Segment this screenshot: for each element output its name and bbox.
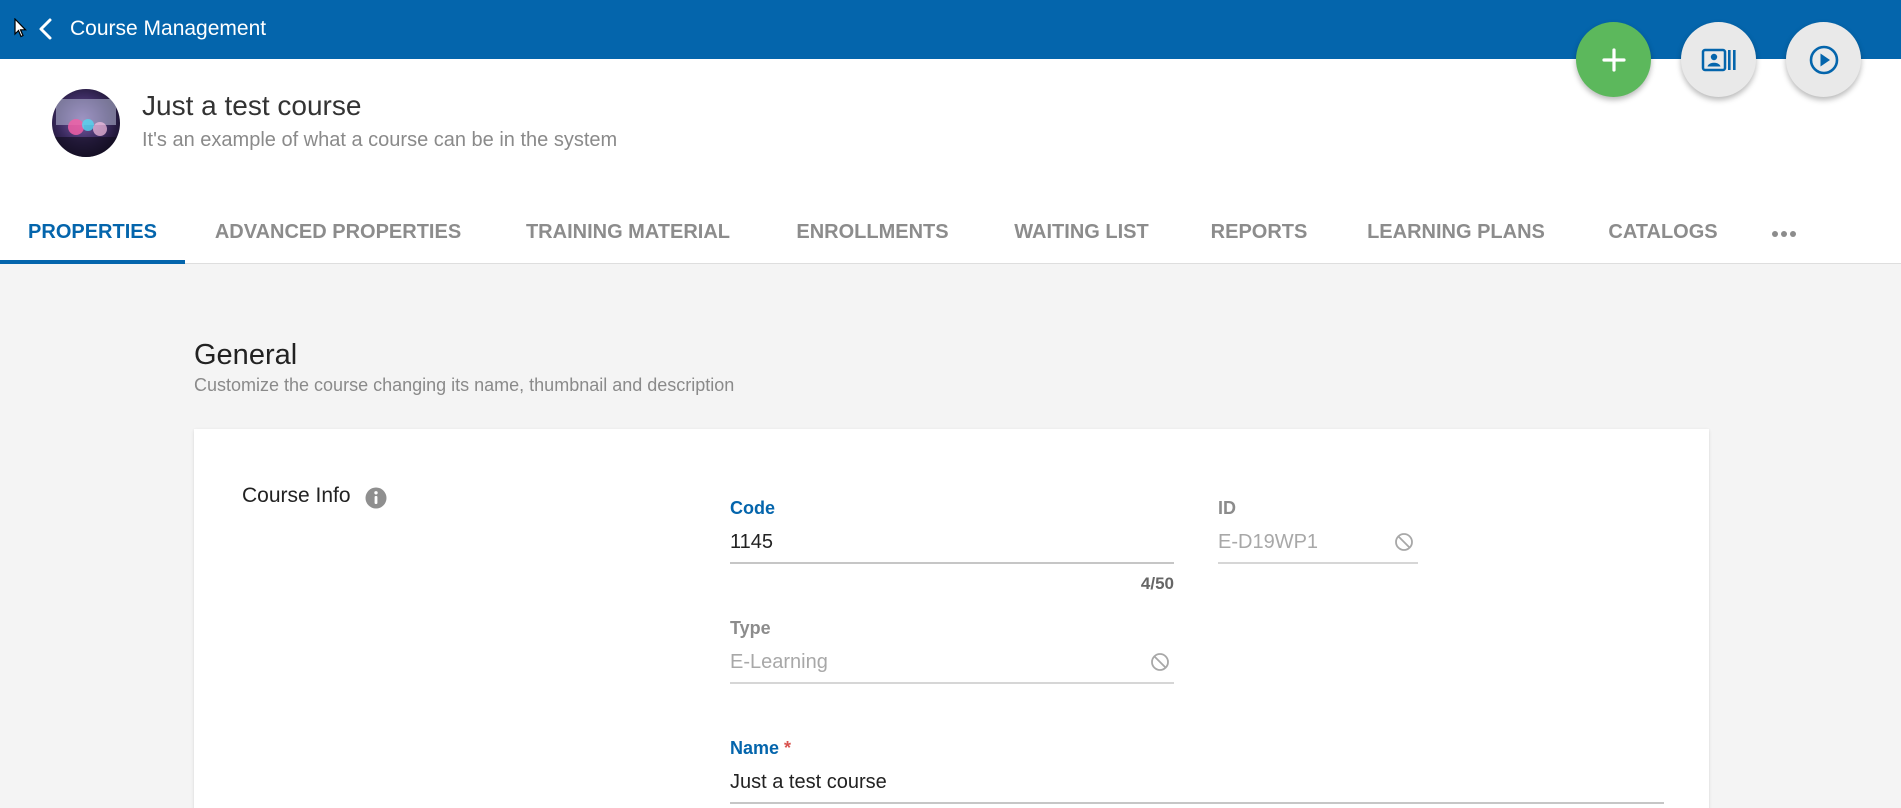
- tab-training-material[interactable]: TRAINING MATERIAL: [491, 209, 765, 264]
- tab-reports[interactable]: REPORTS: [1183, 209, 1335, 264]
- name-underline: [730, 802, 1664, 804]
- required-mark: *: [784, 738, 792, 758]
- id-input: E-D19WP1: [1218, 531, 1319, 553]
- course-thumbnail: [52, 89, 120, 157]
- tab-properties[interactable]: PROPERTIES: [0, 209, 185, 264]
- course-title: Just a test course: [142, 90, 362, 121]
- name-input[interactable]: Just a test course: [730, 769, 887, 795]
- info-icon[interactable]: [365, 487, 387, 509]
- code-input[interactable]: 1145: [730, 529, 773, 555]
- not-allowed-icon: [1151, 653, 1169, 671]
- more-horizontal-icon[interactable]: [1770, 225, 1798, 243]
- code-label: Code: [730, 498, 775, 518]
- name-label-text: Name: [730, 738, 780, 758]
- add-button[interactable]: [1576, 22, 1651, 97]
- tab-bar: PROPERTIES ADVANCED PROPERTIES TRAINING …: [0, 209, 1901, 264]
- play-circle-icon: [1809, 45, 1838, 74]
- tab-catalogs[interactable]: CATALOGS: [1577, 209, 1749, 264]
- code-char-counter: 4/50: [1140, 574, 1174, 593]
- tab-enrollments[interactable]: ENROLLMENTS: [765, 209, 980, 264]
- tab-learning-plans[interactable]: LEARNING PLANS: [1335, 209, 1577, 264]
- course-info-label: Course Info: [242, 484, 351, 507]
- type-field: Type E-Learning: [730, 617, 1174, 687]
- course-info-card: Course Info Code 1145 4/50 ID E-D19WP1 T…: [194, 429, 1709, 808]
- play-course-button[interactable]: [1786, 22, 1861, 97]
- mouse-cursor-icon: [14, 18, 27, 38]
- tab-advanced-properties[interactable]: ADVANCED PROPERTIES: [185, 209, 491, 264]
- id-field: ID E-D19WP1: [1218, 497, 1418, 567]
- type-label: Type: [730, 618, 771, 638]
- tab-waiting-list[interactable]: WAITING LIST: [980, 209, 1183, 264]
- code-underline: [730, 562, 1174, 564]
- id-label: ID: [1218, 498, 1236, 518]
- type-underline: [730, 682, 1174, 684]
- not-allowed-icon: [1395, 533, 1413, 551]
- course-description: It's an example of what a course can be …: [142, 129, 618, 151]
- id-underline: [1218, 562, 1418, 564]
- type-input: E-Learning: [730, 651, 828, 673]
- name-label: Name *: [730, 737, 1664, 759]
- name-field[interactable]: Name * Just a test course: [730, 737, 1664, 807]
- code-field[interactable]: Code 1145 4/50: [730, 497, 1174, 593]
- section-subtitle: Customize the course changing its name, …: [194, 375, 735, 395]
- course-details-button[interactable]: [1681, 22, 1756, 97]
- page-title: Course Management: [70, 17, 267, 40]
- contact-card-icon: [1701, 48, 1736, 71]
- back-arrow-icon[interactable]: [36, 17, 56, 41]
- plus-icon: [1601, 47, 1626, 72]
- section-title: General: [194, 339, 298, 371]
